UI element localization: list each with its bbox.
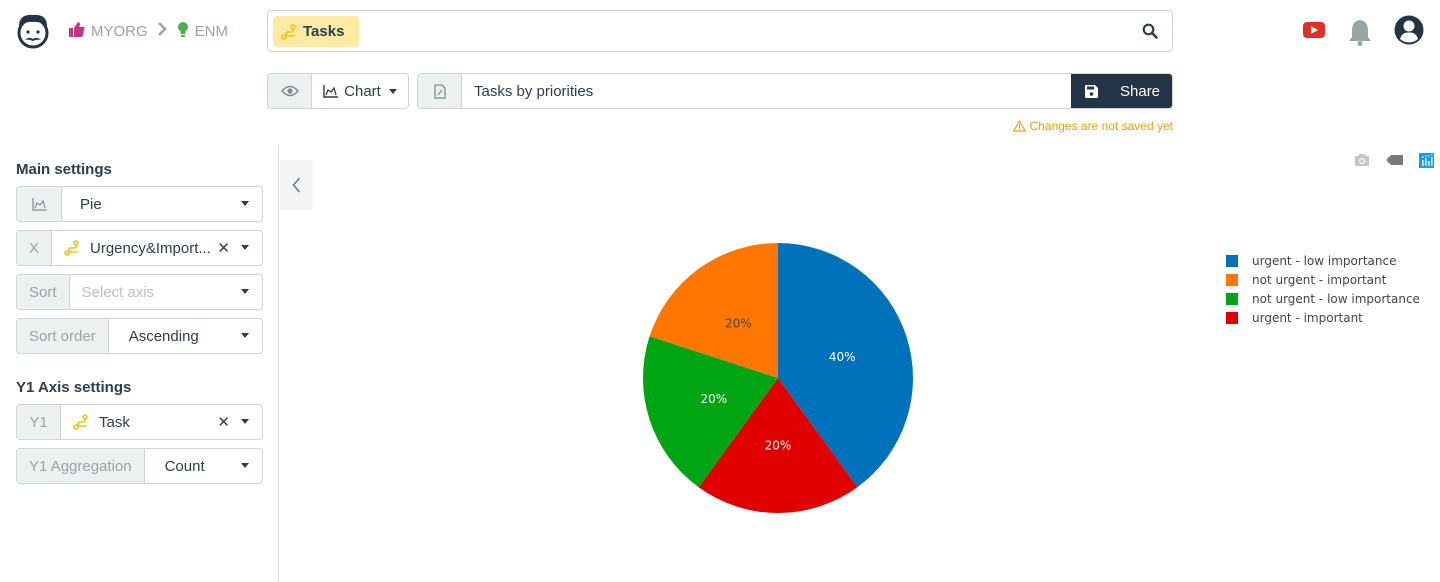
pie-slice-label: 20% <box>765 439 792 453</box>
pie-chart: 40% 20% 20% 20% <box>643 243 913 514</box>
legend-label: not urgent - low importance <box>1252 291 1420 306</box>
legend-item[interactable]: urgent - important <box>1226 308 1420 327</box>
legend-swatch <box>1226 311 1238 324</box>
chart-legend: urgent - low importance not urgent - impo… <box>1226 251 1420 327</box>
legend-label: urgent - important <box>1252 310 1363 325</box>
legend-swatch <box>1226 273 1238 286</box>
pie-slice-label: 40% <box>829 350 856 364</box>
pie-slice-label: 20% <box>700 392 727 406</box>
legend-swatch <box>1226 292 1238 305</box>
legend-item[interactable]: urgent - low importance <box>1226 251 1420 270</box>
pie-slice-label: 20% <box>725 316 752 330</box>
legend-label: urgent - low importance <box>1252 253 1397 268</box>
legend-swatch <box>1226 254 1238 267</box>
legend-item[interactable]: not urgent - low importance <box>1226 289 1420 308</box>
legend-label: not urgent - important <box>1252 272 1387 287</box>
legend-item[interactable]: not urgent - important <box>1226 270 1420 289</box>
